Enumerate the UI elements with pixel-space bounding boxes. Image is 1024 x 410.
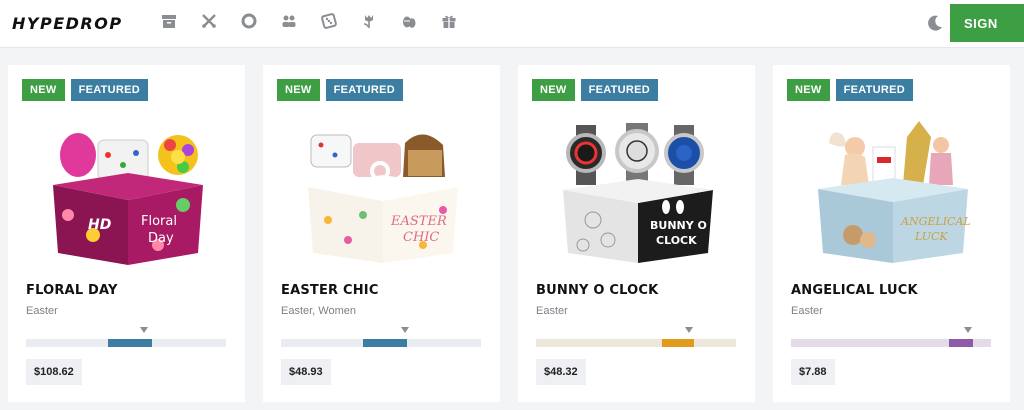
odds-pointer-icon (140, 327, 148, 333)
box-label-day: Day (148, 231, 174, 246)
case-card-bunny-o-clock[interactable]: NEW FEATURED BUNNY O CLOCK BUNNY O CLOCK… (518, 65, 755, 402)
top-navbar: HYPEDROP SIGN (0, 0, 1024, 48)
badge-group: NEW FEATURED (277, 79, 404, 101)
box-label-hd: HD (88, 217, 111, 233)
case-category: Easter (791, 305, 823, 317)
case-price: $48.93 (281, 359, 331, 385)
odds-bar (26, 339, 226, 347)
angelical-luck-box-image: ANGELICAL LUCK (818, 121, 971, 263)
case-category: Easter (26, 305, 58, 317)
odds-bar (791, 339, 991, 347)
swords-icon[interactable] (200, 12, 218, 30)
case-price: $48.32 (536, 359, 586, 385)
case-title: BUNNY O CLOCK (536, 283, 659, 298)
case-card-floral-day[interactable]: NEW FEATURED HD Floral Day FLORAL DAY Ea… (8, 65, 245, 402)
badge-group: NEW FEATURED (22, 79, 149, 101)
new-badge: NEW (532, 79, 575, 101)
badge-group: NEW FEATURED (532, 79, 659, 101)
hypedrop-logo[interactable]: HYPEDROP (12, 14, 123, 33)
new-badge: NEW (787, 79, 830, 101)
case-price: $7.88 (791, 359, 835, 385)
nav-icon-bar (160, 12, 458, 30)
floral-day-box-image: HD Floral Day (53, 133, 203, 265)
bunny-o-clock-box-image: BUNNY O CLOCK (563, 123, 713, 263)
new-badge: NEW (22, 79, 65, 101)
case-category: Easter (536, 305, 568, 317)
dice-icon[interactable] (320, 12, 338, 30)
odds-bar-fill (662, 339, 694, 347)
featured-badge: FEATURED (70, 79, 149, 101)
box-label-chic: CHIC (403, 230, 439, 245)
box-icon[interactable] (160, 12, 178, 30)
new-badge: NEW (277, 79, 320, 101)
case-price: $108.62 (26, 359, 82, 385)
box-label-easter: EASTER (390, 214, 447, 229)
case-title: FLORAL DAY (26, 283, 118, 298)
tulip-icon[interactable] (360, 12, 378, 30)
case-card-easter-chic[interactable]: NEW FEATURED EASTER CHIC EASTER CHIC Eas… (263, 65, 500, 402)
users-icon[interactable] (280, 12, 298, 30)
case-title: EASTER CHIC (281, 283, 379, 298)
odds-bar (281, 339, 481, 347)
odds-bar-fill (363, 339, 407, 347)
featured-badge: FEATURED (580, 79, 659, 101)
odds-pointer-icon (401, 327, 409, 333)
featured-badge: FEATURED (835, 79, 914, 101)
odds-bar-fill (949, 339, 973, 347)
odds-pointer-icon (685, 327, 693, 333)
moon-icon[interactable] (925, 13, 945, 33)
box-label-bunny-o: BUNNY O (650, 219, 707, 232)
case-card-angelical-luck[interactable]: NEW FEATURED ANGELICAL LUCK ANGELICAL LU… (773, 65, 1010, 402)
box-label-clock: CLOCK (656, 234, 697, 247)
odds-pointer-icon (964, 327, 972, 333)
box-label-floral: Floral (141, 214, 177, 229)
magnifier-icon[interactable] (366, 157, 400, 191)
case-category: Easter, Women (281, 305, 356, 317)
easter-eggs-icon[interactable] (400, 12, 418, 30)
box-label-luck: LUCK (914, 230, 948, 243)
case-title: ANGELICAL LUCK (791, 283, 918, 298)
sign-in-button[interactable]: SIGN (950, 4, 1024, 42)
featured-badge: FEATURED (325, 79, 404, 101)
ring-icon[interactable] (240, 12, 258, 30)
badge-group: NEW FEATURED (787, 79, 914, 101)
box-label-angelical: ANGELICAL (900, 215, 971, 228)
odds-bar-fill (108, 339, 152, 347)
odds-bar (536, 339, 736, 347)
gift-icon[interactable] (440, 12, 458, 30)
